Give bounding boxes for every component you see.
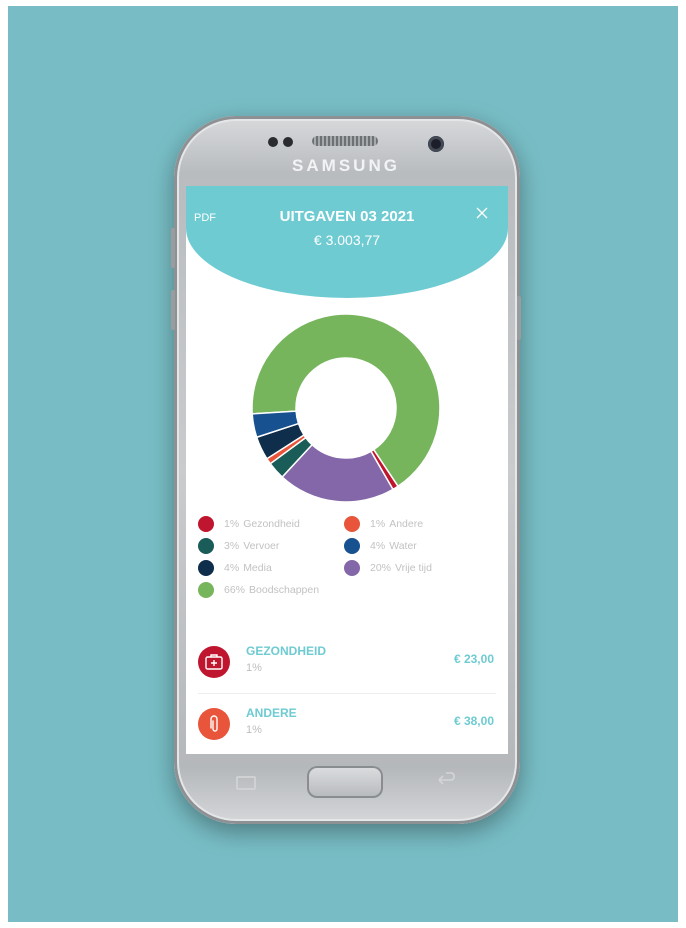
brand-logo: SAMSUNG — [292, 156, 400, 175]
legend-label: Boodschappen — [249, 584, 320, 596]
first-aid-kit-icon — [198, 646, 230, 678]
page-title: UITGAVEN 03 2021 — [279, 208, 415, 225]
donut-chart — [251, 313, 441, 503]
close-button[interactable] — [476, 206, 488, 224]
app-screen: PDF UITGAVEN 03 2021 € 3.003,77 1% Gezond… — [186, 186, 508, 754]
legend-label: Media — [243, 562, 272, 574]
legend-item: 1% Gezondheid — [198, 516, 300, 532]
legend-dot — [344, 516, 360, 532]
home-button[interactable] — [307, 766, 383, 798]
category-percent: 1% — [246, 662, 262, 674]
back-button[interactable] — [436, 772, 458, 793]
legend-label: Vrije tijd — [395, 562, 432, 574]
power-button — [517, 296, 521, 340]
header: PDF UITGAVEN 03 2021 € 3.003,77 — [186, 186, 508, 298]
back-arrow-icon — [438, 772, 455, 785]
category-name: ANDERE — [246, 706, 297, 720]
legend-percent: 66% — [224, 584, 246, 596]
legend-percent: 4% — [370, 540, 386, 552]
legend-dot — [198, 560, 214, 576]
legend-dot — [344, 538, 360, 554]
category-row-andere[interactable]: ANDERE 1% € 38,00 — [186, 694, 508, 754]
earpiece-speaker — [312, 136, 378, 146]
close-icon — [476, 207, 488, 219]
legend-label: Water — [389, 540, 417, 552]
volume-up-button — [171, 228, 175, 268]
legend-dot — [344, 560, 360, 576]
category-amount: € 23,00 — [453, 652, 494, 666]
legend-dot — [198, 516, 214, 532]
category-name: GEZONDHEID — [246, 644, 327, 658]
category-percent: 1% — [246, 724, 262, 736]
legend-percent: 3% — [224, 540, 240, 552]
legend-item: 20% Vrije tijd — [344, 560, 432, 576]
total-amount: € 3.003,77 — [313, 232, 381, 248]
legend-item: 3% Vervoer — [198, 538, 279, 554]
volume-down-button — [171, 290, 175, 330]
paperclip-icon — [198, 708, 230, 740]
sensor-icon — [268, 137, 278, 147]
legend-item: 66% Boodschappen — [198, 582, 319, 598]
legend-label: Vervoer — [243, 540, 280, 552]
legend-percent: 1% — [224, 518, 240, 530]
legend-percent: 20% — [370, 562, 392, 574]
category-amount: € 38,00 — [453, 714, 494, 728]
legend-dot — [198, 582, 214, 598]
legend-item: 4% Water — [344, 538, 417, 554]
front-camera-icon — [428, 136, 444, 152]
legend-dot — [198, 538, 214, 554]
legend-label: Andere — [389, 518, 424, 530]
legend-percent: 1% — [370, 518, 386, 530]
category-row-gezondheid[interactable]: GEZONDHEID 1% € 23,00 — [186, 632, 508, 692]
legend-item: 4% Media — [198, 560, 272, 576]
sensor-icon — [283, 137, 293, 147]
legend-label: Gezondheid — [243, 518, 300, 530]
recent-apps-button[interactable] — [236, 776, 256, 790]
legend-percent: 4% — [224, 562, 240, 574]
legend-item: 1% Andere — [344, 516, 423, 532]
